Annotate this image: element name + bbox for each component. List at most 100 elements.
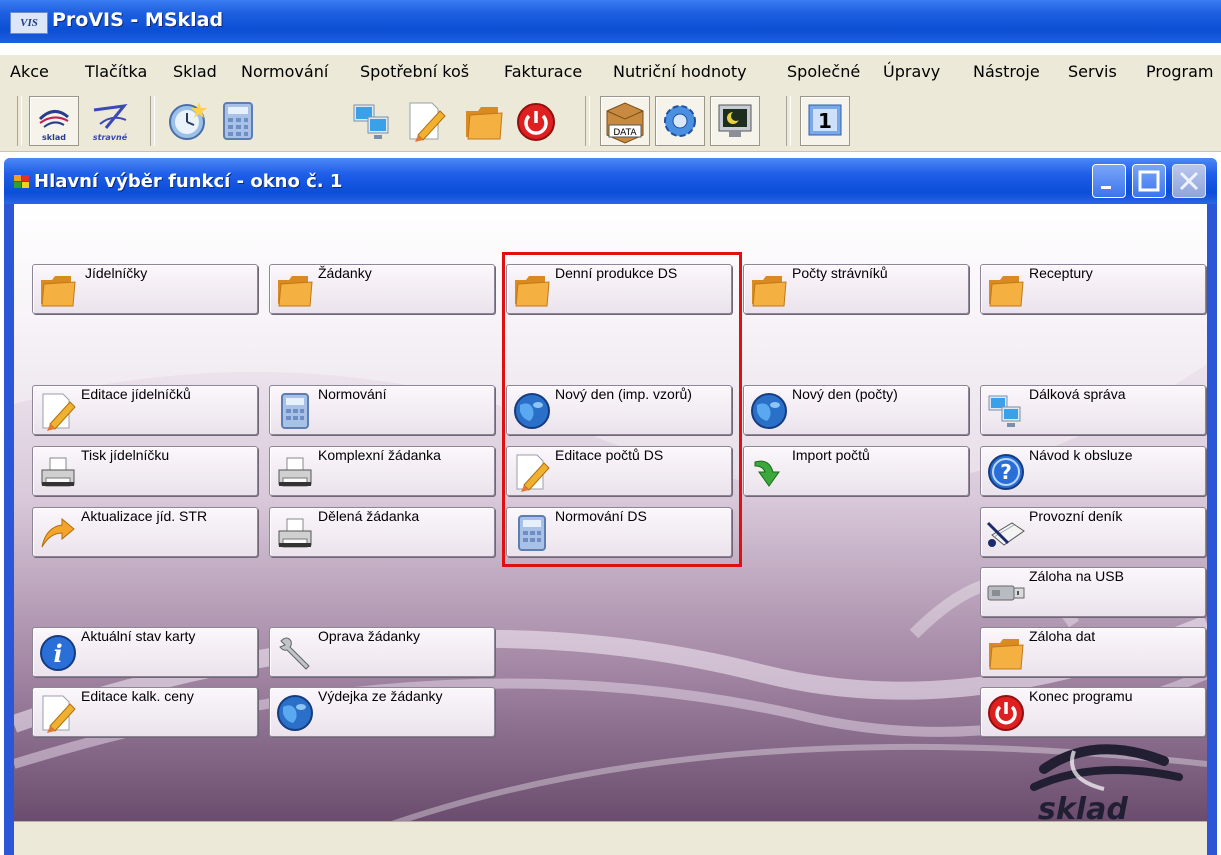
wrench-icon: [279, 637, 310, 670]
svg-text:DATA: DATA: [613, 128, 637, 138]
sklad-icon[interactable]: sklad: [29, 96, 79, 146]
menu-akce[interactable]: Akce: [10, 62, 49, 81]
button-label: Návod k obsluze: [1029, 447, 1133, 463]
button-label: Editace jídelníčků: [81, 386, 191, 402]
aktualni-stav-karty-button[interactable]: i Aktuální stav karty: [32, 627, 258, 677]
folder-icon[interactable]: [462, 99, 506, 143]
main-function-window: Hlavní výběr funkcí - okno č. 1 Jídelníč…: [4, 158, 1217, 855]
button-label: Konec programu: [1029, 688, 1133, 704]
zadanky-button[interactable]: Žádanky: [269, 264, 495, 314]
folder-icon: [989, 639, 1024, 670]
button-label: Tisk jídelníčku: [81, 447, 170, 463]
button-label: Nový den (počty): [792, 386, 898, 402]
komplexni-zadanka-button[interactable]: Komplexní žádanka: [269, 446, 495, 496]
konec-programu-button[interactable]: Konec programu: [980, 687, 1206, 737]
folder-icon: [752, 276, 787, 307]
menu-upravy[interactable]: Úpravy: [883, 62, 940, 81]
calculator-icon[interactable]: [216, 99, 260, 143]
monitor-icon[interactable]: [710, 96, 760, 146]
clock-icon[interactable]: [166, 99, 210, 143]
globe-icon: [277, 695, 313, 731]
button-label: Záloha na USB: [1029, 568, 1124, 584]
vydejka-ze-zadanky-button[interactable]: Výdejka ze žádanky: [269, 687, 495, 737]
button-label: Oprava žádanky: [318, 628, 420, 644]
highlight-frame: [502, 252, 742, 567]
stravne-icon[interactable]: stravné: [86, 96, 134, 144]
app-title: ProVIS - MSklad: [52, 9, 224, 31]
import-poctu-button[interactable]: Import počtů: [743, 446, 969, 496]
svg-text:sklad: sklad: [42, 133, 66, 142]
editace-jidelnicku-button[interactable]: Editace jídelníčků: [32, 385, 258, 435]
svg-text:stravné: stravné: [93, 132, 128, 142]
folder-icon: [989, 276, 1024, 307]
button-label: Receptury: [1029, 265, 1093, 281]
delena-zadanka-button[interactable]: Dělená žádanka: [269, 507, 495, 557]
remote-computers-icon[interactable]: [350, 99, 394, 143]
menu-sklad[interactable]: Sklad: [173, 62, 217, 81]
button-label: Záloha dat: [1029, 628, 1096, 644]
data-box-icon[interactable]: DATA: [600, 96, 650, 146]
button-label: Jídelníčky: [85, 265, 148, 281]
button-label: Editace kalk. ceny: [81, 688, 194, 704]
receptury-button[interactable]: Receptury: [980, 264, 1206, 314]
editace-kalk-ceny-button[interactable]: Editace kalk. ceny: [32, 687, 258, 737]
menu-normovani[interactable]: Normování: [241, 62, 328, 81]
svg-text:?: ?: [1000, 460, 1012, 484]
window-number-icon[interactable]: 1: [800, 96, 850, 146]
aktualizace-jid-str-button[interactable]: Aktualizace jíd. STR: [32, 507, 258, 557]
menu-spotrebni-kos[interactable]: Spotřební koš: [360, 62, 469, 81]
menu-tlacitka[interactable]: Tlačítka: [85, 62, 147, 81]
app-logo-icon: VIS: [10, 12, 48, 34]
button-label: Dělená žádanka: [318, 508, 420, 524]
button-label: Komplexní žádanka: [318, 447, 441, 463]
menu-nastroje[interactable]: Nástroje: [973, 62, 1040, 81]
update-arrow-icon: [41, 517, 75, 548]
button-label: Dálková správa: [1029, 386, 1126, 402]
menu-nutricni-hodnoty[interactable]: Nutriční hodnoty: [613, 62, 747, 81]
app-title-bar: VIS ProVIS - MSklad: [0, 0, 1221, 43]
folder-icon: [278, 276, 313, 307]
oprava-zadanky-button[interactable]: Oprava žádanky: [269, 627, 495, 677]
settings-gear-icon[interactable]: [655, 96, 705, 146]
zaloha-dat-button[interactable]: Záloha dat: [980, 627, 1206, 677]
close-button[interactable]: [1172, 164, 1206, 198]
window-app-icon: [14, 175, 29, 188]
printer-icon: [278, 457, 312, 487]
button-label: Výdejka ze žádanky: [318, 688, 443, 704]
jidelnicky-button[interactable]: Jídelníčky: [32, 264, 258, 314]
window-title: Hlavní výběr funkcí - okno č. 1: [34, 171, 343, 192]
folder-icon: [41, 276, 76, 307]
normovani-button[interactable]: Normování: [269, 385, 495, 435]
dalkova-sprava-button[interactable]: Dálková správa: [980, 385, 1206, 435]
edit-pencil-icon[interactable]: [404, 99, 448, 143]
info-icon: i: [40, 635, 76, 671]
button-label: Import počtů: [792, 447, 870, 463]
svg-text:1: 1: [818, 109, 832, 133]
function-panel: Jídelníčky Žádanky Denní produkce DS Poč…: [14, 204, 1207, 855]
close-icon: [1179, 171, 1199, 191]
menu-servis[interactable]: Servis: [1068, 62, 1117, 81]
minimize-button[interactable]: [1092, 164, 1126, 198]
globe-icon: [751, 393, 787, 429]
button-label: Normování: [318, 386, 387, 402]
navod-k-obsluze-button[interactable]: ? Návod k obsluze: [980, 446, 1206, 496]
button-label: Provozní deník: [1029, 508, 1123, 524]
menu-fakturace[interactable]: Fakturace: [504, 62, 582, 81]
provozni-denik-button[interactable]: Provozní deník: [980, 507, 1206, 557]
remote-computers-icon: [988, 395, 1021, 427]
help-icon: ?: [988, 454, 1024, 490]
zaloha-na-usb-button[interactable]: Záloha na USB: [980, 567, 1206, 617]
menu-spolecne[interactable]: Společné: [787, 62, 860, 81]
toolbar-separator: [17, 96, 22, 146]
novy-den-pocty-button[interactable]: Nový den (počty): [743, 385, 969, 435]
tisk-jidelnicku-button[interactable]: Tisk jídelníčku: [32, 446, 258, 496]
power-icon: [988, 695, 1024, 731]
pocty-stravniku-button[interactable]: Počty strávníků: [743, 264, 969, 314]
toolbar-separator: [150, 96, 155, 146]
power-icon[interactable]: [514, 99, 558, 143]
status-bar: [14, 821, 1207, 855]
maximize-button[interactable]: [1132, 164, 1166, 198]
edit-pencil-icon: [42, 695, 76, 733]
menu-program[interactable]: Program: [1146, 62, 1214, 81]
button-label: Aktuální stav karty: [81, 628, 196, 644]
